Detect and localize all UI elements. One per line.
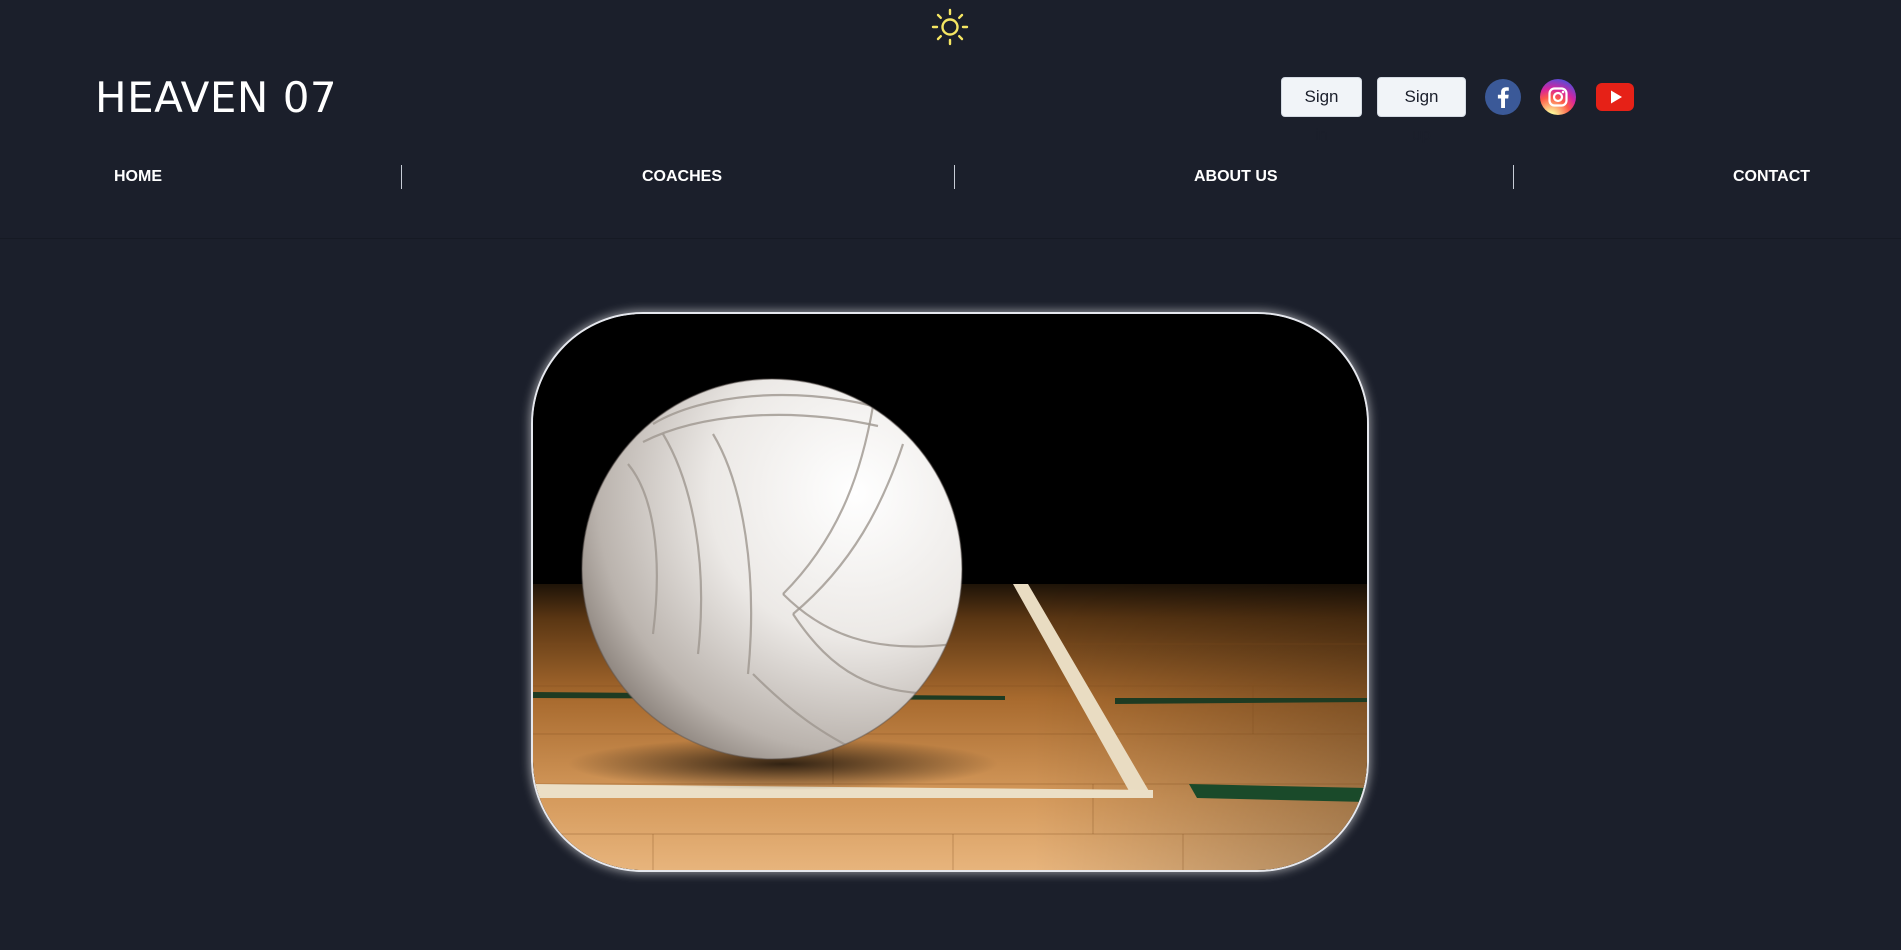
nav-item-contact[interactable]: CONTACT [1733,168,1810,186]
brand-logo-text: HEAVEN 07 [95,73,338,122]
instagram-icon[interactable] [1539,78,1577,116]
main-navigation: HOME COACHES ABOUT US CONTACT [0,160,1901,239]
nav-item-home[interactable]: HOME [114,168,162,186]
sign-up-button[interactable]: Sign up [1377,77,1466,144]
sign-in-button[interactable]: Sign in [1281,77,1362,144]
hero-volleyball-image [533,314,1367,870]
theme-toggle-sun-icon[interactable] [931,8,969,46]
nav-item-about-us[interactable]: ABOUT US [1194,168,1278,186]
nav-separator [954,165,955,189]
facebook-icon[interactable] [1484,78,1522,116]
youtube-icon[interactable] [1596,78,1634,116]
nav-separator [1513,165,1514,189]
nav-separator [401,165,402,189]
nav-item-coaches[interactable]: COACHES [642,168,722,186]
